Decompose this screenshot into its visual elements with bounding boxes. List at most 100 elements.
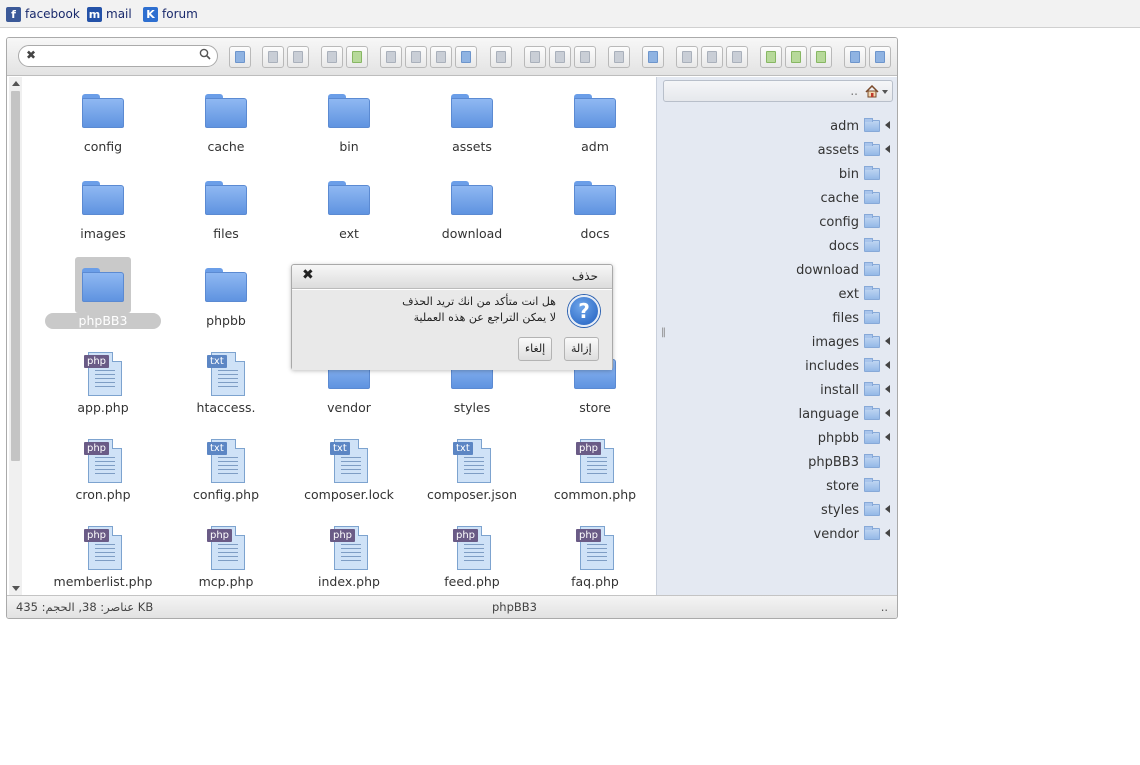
file-item[interactable]: php mcp.php [167, 514, 285, 600]
tree-item-download[interactable]: download [796, 260, 880, 280]
tree-item-label: phpbb [817, 430, 859, 446]
php-file-icon: php [207, 526, 245, 570]
tree-item-store[interactable]: store [826, 476, 880, 496]
file-item[interactable]: php faq.php [536, 514, 654, 600]
tree-item-phpbb[interactable]: phpbb [817, 428, 890, 448]
dialog-message-line: هل انت متأكد من انك تريد الحذف [402, 295, 556, 308]
file-item[interactable]: php memberlist.php [44, 514, 162, 600]
expand-arrow-icon[interactable] [885, 529, 890, 537]
folder-item[interactable]: download [413, 166, 531, 252]
file-item[interactable]: php feed.php [413, 514, 531, 600]
expand-arrow-icon[interactable] [885, 337, 890, 345]
folder-item[interactable]: files [167, 166, 285, 252]
tree-item-label: files [832, 310, 859, 326]
php-file-icon: php [84, 526, 122, 570]
search-icon[interactable] [199, 48, 211, 60]
file-item[interactable]: php cron.php [44, 427, 162, 513]
view-icons-button[interactable] [287, 46, 309, 68]
tree-item-vendor[interactable]: vendor [813, 524, 890, 544]
folder-item[interactable]: bin [290, 79, 408, 165]
php-file-icon: php [453, 526, 491, 570]
search-input[interactable]: ✖ [18, 45, 218, 67]
bookmarks-bar: f facebook m mail Kforum [0, 0, 1140, 28]
file-type-tag: php [453, 529, 479, 542]
file-item[interactable]: txt htaccess. [167, 340, 285, 426]
folder-item[interactable]: phpbb [167, 253, 285, 339]
resize-button[interactable] [455, 46, 477, 68]
tree-item-label: includes [805, 358, 859, 374]
folder-item[interactable]: ext [290, 166, 408, 252]
clear-search-icon[interactable]: ✖ [26, 48, 36, 62]
upload-button[interactable] [346, 46, 368, 68]
file-item[interactable]: txt config.php [167, 427, 285, 513]
expand-arrow-icon[interactable] [885, 505, 890, 513]
file-type-tag: txt [207, 355, 227, 368]
help-button[interactable] [229, 46, 251, 68]
file-name: vendor [327, 400, 371, 415]
tree-item-includes[interactable]: includes [805, 356, 890, 376]
expand-arrow-icon[interactable] [885, 385, 890, 393]
folder-item[interactable]: images [44, 166, 162, 252]
tree-item-assets[interactable]: assets [818, 140, 890, 160]
folder-icon [864, 358, 880, 372]
php-file-icon: php [330, 526, 368, 570]
folder-item[interactable]: adm [536, 79, 654, 165]
expand-arrow-icon[interactable] [885, 433, 890, 441]
folder-item[interactable]: config [44, 79, 162, 165]
view-list-button[interactable] [262, 46, 284, 68]
scrollbar-thumb[interactable] [11, 91, 20, 461]
scroll-up-icon[interactable] [12, 81, 20, 86]
file-name: docs [580, 226, 610, 241]
tree-item-cache[interactable]: cache [821, 188, 880, 208]
tree-item-images[interactable]: images [812, 332, 890, 352]
copy-button[interactable] [380, 46, 402, 68]
file-item[interactable]: php common.php [536, 427, 654, 513]
tree-item-adm[interactable]: adm [830, 116, 890, 136]
tree-item-ext[interactable]: ext [838, 284, 880, 304]
expand-arrow-icon[interactable] [885, 409, 890, 417]
scroll-down-icon[interactable] [12, 586, 20, 591]
folder-item[interactable]: phpBB3 [44, 253, 162, 339]
expand-arrow-icon[interactable] [885, 145, 890, 153]
tree-item-files[interactable]: files [832, 308, 880, 328]
file-item[interactable]: php index.php [290, 514, 408, 600]
tree-item-label: vendor [813, 526, 859, 542]
vertical-scrollbar[interactable] [9, 77, 22, 595]
folder-item[interactable]: docs [536, 166, 654, 252]
question-icon: ? [568, 295, 600, 327]
copy-file-button[interactable] [524, 46, 546, 68]
file-item[interactable]: php app.php [44, 340, 162, 426]
select-all-button[interactable] [405, 46, 427, 68]
bookmark-mail[interactable]: m mail [87, 6, 132, 22]
file-item[interactable]: txt composer.json [413, 427, 531, 513]
tree-item-styles[interactable]: styles [821, 500, 890, 520]
tree-item-language[interactable]: language [798, 404, 890, 424]
expand-arrow-icon[interactable] [885, 121, 890, 129]
expand-arrow-icon[interactable] [885, 361, 890, 369]
bookmark-forum[interactable]: Kforum [143, 6, 198, 22]
confirm-delete-button[interactable]: إزالة [564, 337, 599, 361]
folder-icon [864, 502, 880, 516]
folder-item[interactable]: cache [167, 79, 285, 165]
cancel-button[interactable]: إلغاء [518, 337, 553, 361]
tree-item-bin[interactable]: bin [839, 164, 880, 184]
edit-button[interactable] [430, 46, 452, 68]
tree-item-config[interactable]: config [819, 212, 880, 232]
folder-item[interactable]: assets [413, 79, 531, 165]
file-item[interactable]: txt composer.lock [290, 427, 408, 513]
status-right: .. [880, 600, 888, 614]
preview-button[interactable] [608, 46, 630, 68]
tree-item-phpbb3[interactable]: phpBB3 [808, 452, 880, 472]
archive-button[interactable] [490, 46, 512, 68]
tree-item-install[interactable]: install [820, 380, 890, 400]
close-icon[interactable]: ✖ [302, 267, 314, 283]
file-icon-box [75, 83, 131, 139]
tree-item-docs[interactable]: docs [829, 236, 880, 256]
file-icon-box [198, 83, 254, 139]
file-name: cache [207, 139, 245, 154]
folder-icon [864, 118, 880, 132]
new-folder-button[interactable] [321, 46, 343, 68]
bookmark-facebook[interactable]: f facebook [6, 6, 80, 22]
paste-button[interactable] [574, 46, 596, 68]
cut-button[interactable] [549, 46, 571, 68]
